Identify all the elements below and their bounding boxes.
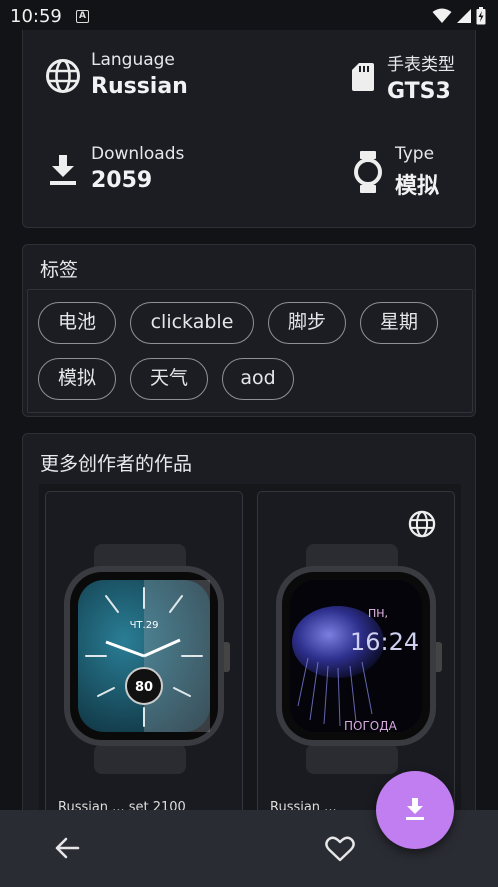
favorite-heart-icon[interactable] (325, 836, 355, 862)
downloads-info: Downloads 2059 (91, 144, 184, 193)
tile-value: 80 (135, 680, 153, 695)
globe-icon (408, 510, 436, 538)
back-arrow-icon[interactable] (54, 836, 80, 860)
signal-icon (457, 9, 471, 23)
battery-icon (476, 7, 486, 25)
watchface-info-card: Language Russian 手表类型 GTS3 Downloads 205… (22, 30, 476, 228)
tags-card: 标签 电池 clickable 脚步 星期 模拟 天气 aod (22, 244, 476, 417)
tile-date: ЧТ.29 (130, 620, 159, 631)
language-info: Language Russian (91, 50, 188, 99)
type-value: 模拟 (395, 174, 440, 199)
type-info: Type 模拟 (395, 144, 439, 200)
type-label: Type (395, 144, 435, 164)
status-icons (432, 7, 486, 25)
language-value: Russian (91, 74, 188, 99)
tile-weather: ПОГОДА (344, 719, 398, 733)
download-button[interactable] (376, 771, 454, 849)
download-icon (50, 155, 76, 185)
tag-chip[interactable]: 星期 (360, 302, 438, 344)
watch-icon (354, 151, 382, 193)
downloads-label: Downloads (91, 144, 185, 164)
tag-chip[interactable]: 脚步 (268, 302, 346, 344)
status-bar: 10:59 A (0, 0, 498, 34)
watchface-tile[interactable]: ЧТ.29 80 Russian ... set 2100 (45, 491, 243, 821)
downloads-value: 2059 (91, 168, 153, 193)
tile-day: ПН, (368, 607, 388, 620)
sd-card-icon (352, 63, 374, 91)
download-icon (406, 798, 424, 820)
watch-type-label: 手表类型 (387, 55, 455, 75)
watch-type-info: 手表类型 GTS3 (387, 50, 455, 104)
tile-time: 16:24 (350, 628, 419, 656)
tags-list: 电池 clickable 脚步 星期 模拟 天气 aod (27, 289, 473, 413)
tag-chip[interactable]: 模拟 (38, 358, 116, 400)
tag-chip[interactable]: clickable (130, 302, 254, 344)
wifi-icon (432, 8, 452, 23)
tag-chip[interactable]: aod (222, 358, 294, 400)
language-label: Language (91, 50, 175, 70)
notification-icon: A (76, 10, 89, 23)
tags-title: 标签 (40, 259, 79, 281)
status-time: 10:59 (10, 6, 62, 27)
watchface-preview: ЧТ.29 80 (64, 544, 230, 774)
watch-type-value: GTS3 (387, 79, 451, 104)
tag-chip[interactable]: 电池 (38, 302, 116, 344)
tag-chip[interactable]: 天气 (130, 358, 208, 400)
globe-icon (46, 59, 80, 93)
more-works-title: 更多创作者的作品 (40, 453, 193, 475)
